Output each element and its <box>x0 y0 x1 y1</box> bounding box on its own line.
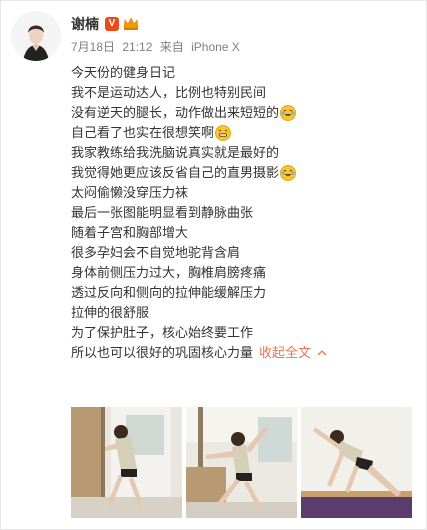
post-line-text: 随着子宫和胸部增大 <box>71 225 189 240</box>
member-crown-icon[interactable] <box>123 17 139 31</box>
post-line: 随着子宫和胸部增大 <box>71 223 421 243</box>
post-source: iPhone X <box>191 40 240 54</box>
post-line: 透过反向和侧向的拉伸能缓解压力 <box>71 283 421 303</box>
post-line-text: 今天份的健身日记 <box>71 65 176 80</box>
post-line-text: 最后一张图能明显看到静脉曲张 <box>71 205 254 220</box>
post-line: 所以也可以很好的巩固核心力量 收起全文 <box>71 343 421 363</box>
post-line: 今天份的健身日记 <box>71 63 421 83</box>
user-name-row: 谢楠 V <box>71 14 139 34</box>
post-line: 最后一张图能明显看到静脉曲张 <box>71 203 421 223</box>
post-line-text: 我觉得她更应该反省自己的直男摄影 <box>71 165 280 180</box>
photo-1[interactable] <box>71 407 182 518</box>
post-meta: 7月18日 21:12 来自 iPhone X <box>71 38 244 55</box>
post-line-text: 很多孕妇会不自觉地驼背含肩 <box>71 245 241 260</box>
post-line-text: 我家教练给我洗脑说真实就是最好的 <box>71 145 280 160</box>
source-prefix: 来自 <box>159 40 184 54</box>
post-line-text: 为了保护肚子，核心始终要工作 <box>71 325 254 340</box>
post-line: 太闷偷懒没穿压力袜 <box>71 183 421 203</box>
avatar[interactable] <box>11 11 61 61</box>
weibo-post-card: 谢楠 V 7月18日 21:12 来自 iPhone X 今天份的健身日记 我不… <box>0 0 427 530</box>
post-line-text: 太闷偷懒没穿压力袜 <box>71 185 189 200</box>
post-line-text: 透过反向和侧向的拉伸能缓解压力 <box>71 285 267 300</box>
verified-badge-icon[interactable]: V <box>105 17 119 31</box>
post-line-text: 所以也可以很好的巩固核心力量 <box>71 345 254 360</box>
post-date[interactable]: 7月18日 <box>71 40 115 54</box>
post-line-text: 我不是运动达人，比例也特别民间 <box>71 85 267 100</box>
post-line: 自己看了也实在很想笑啊 <box>71 123 421 143</box>
post-line: 没有逆天的腿长，动作做出来短短的 <box>71 103 421 123</box>
photo-2[interactable] <box>186 407 297 518</box>
post-line: 拉伸的很舒服 <box>71 303 421 323</box>
photo-3[interactable] <box>301 407 412 518</box>
post-line-text: 没有逆天的腿长，动作做出来短短的 <box>71 105 280 120</box>
user-name[interactable]: 谢楠 <box>71 14 99 34</box>
chevron-up-icon[interactable] <box>317 343 327 363</box>
post-time[interactable]: 21:12 <box>122 40 152 54</box>
post-line-text: 自己看了也实在很想笑啊 <box>71 125 215 140</box>
post-line: 我家教练给我洗脑说真实就是最好的 <box>71 143 421 163</box>
post-line: 我不是运动达人，比例也特别民间 <box>71 83 421 103</box>
post-line: 很多孕妇会不自觉地驼背含肩 <box>71 243 421 263</box>
post-content: 今天份的健身日记 我不是运动达人，比例也特别民间 没有逆天的腿长，动作做出来短短… <box>71 63 421 363</box>
post-line-text: 拉伸的很舒服 <box>71 305 150 320</box>
avatar-image <box>11 11 61 61</box>
post-line: 我觉得她更应该反省自己的直男摄影 <box>71 163 421 183</box>
post-line-text: 身体前侧压力过大，胸椎肩膀疼痛 <box>71 265 267 280</box>
collapse-full-text-link[interactable]: 收起全文 <box>259 343 311 363</box>
post-line: 为了保护肚子，核心始终要工作 <box>71 323 421 343</box>
laugh-cry-emoji-icon <box>280 105 297 121</box>
photo-grid <box>71 407 412 518</box>
laugh-cry-emoji-icon <box>280 165 297 181</box>
post-line: 身体前侧压力过大，胸椎肩膀疼痛 <box>71 263 421 283</box>
grin-emoji-icon <box>215 125 232 141</box>
